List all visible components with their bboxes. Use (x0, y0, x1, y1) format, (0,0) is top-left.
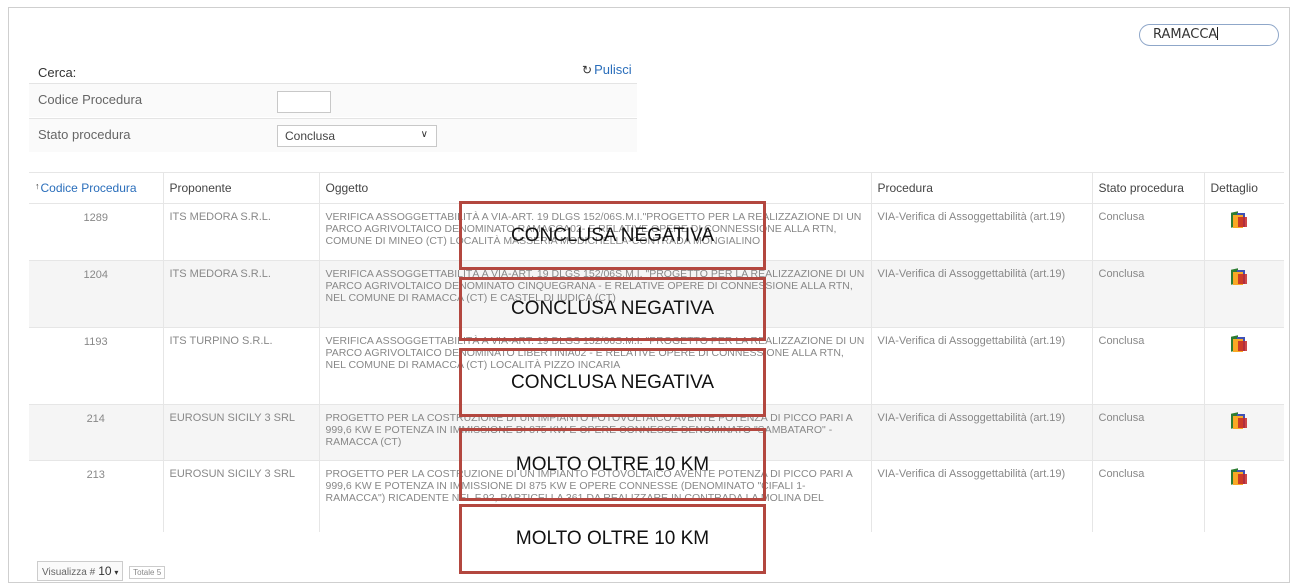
filter-row-stato: Stato procedura Conclusa ∨ (29, 118, 637, 152)
clear-filters-label: Pulisci (594, 62, 632, 77)
cell-proponente: ITS TURPINO S.R.L. (162, 327, 319, 405)
header-stato-procedura[interactable]: Stato procedura (1091, 172, 1204, 204)
table-header-row: ↑Codice Procedura Proponente Oggetto Pro… (29, 172, 1284, 204)
sort-up-icon: ↑ (35, 181, 40, 191)
header-oggetto[interactable]: Oggetto (318, 172, 871, 204)
filter-row-codice: Codice Procedura (29, 83, 637, 117)
filter-title: Cerca: (38, 65, 77, 80)
stato-filter-select[interactable]: Conclusa ∨ (277, 125, 437, 147)
annotation-box: MOLTO OLTRE 10 KM (459, 428, 766, 501)
cell-proponente: ITS MEDORA S.R.L. (162, 260, 319, 328)
annotation-box: CONCLUSA NEGATIVA (459, 277, 766, 341)
cell-stato: Conclusa (1091, 203, 1204, 261)
annotation-box: MOLTO OLTRE 10 KM (459, 504, 766, 574)
detail-book-icon[interactable] (1229, 412, 1249, 430)
detail-book-icon[interactable] (1229, 468, 1249, 486)
page-size-value: 10 (98, 564, 112, 578)
cell-proponente: EUROSUN SICILY 3 SRL (162, 404, 319, 461)
search-input-value: RAMACCA (1153, 27, 1218, 42)
chevron-down-icon: ∨ (420, 129, 428, 140)
cell-dettaglio (1203, 460, 1284, 532)
cell-dettaglio (1203, 404, 1284, 461)
detail-book-icon[interactable] (1229, 268, 1249, 286)
cell-dettaglio (1203, 203, 1284, 261)
cell-procedura: VIA-Verifica di Assoggettabilità (art.19… (870, 404, 1092, 461)
text-cursor (1217, 27, 1219, 40)
cell-stato: Conclusa (1091, 260, 1204, 328)
codice-filter-input[interactable] (277, 91, 331, 113)
stato-filter-value: Conclusa (285, 129, 336, 143)
stato-filter-label: Stato procedura (38, 127, 131, 142)
annotation-box: CONCLUSA NEGATIVA (459, 348, 766, 417)
cell-dettaglio (1203, 260, 1284, 328)
cell-procedura: VIA-Verifica di Assoggettabilità (art.19… (870, 260, 1092, 328)
page-size-select[interactable]: Visualizza #10 ▾ (37, 561, 124, 581)
total-count: Totale 5 (129, 566, 166, 579)
header-procedura[interactable]: Procedura (870, 172, 1092, 204)
cell-codice: 214 (29, 404, 163, 461)
cell-proponente: ITS MEDORA S.R.L. (162, 203, 319, 261)
pagination-bar: Visualizza #10 ▾ Totale 5 (37, 561, 166, 581)
cell-stato: Conclusa (1091, 404, 1204, 461)
cell-stato: Conclusa (1091, 460, 1204, 532)
header-codice-procedura[interactable]: ↑Codice Procedura (29, 172, 163, 204)
detail-book-icon[interactable] (1229, 335, 1249, 353)
cell-codice: 1289 (29, 203, 163, 261)
cell-codice: 1193 (29, 327, 163, 405)
cell-procedura: VIA-Verifica di Assoggettabilità (art.19… (870, 203, 1092, 261)
cell-proponente: EUROSUN SICILY 3 SRL (162, 460, 319, 532)
header-codice-label: Codice Procedura (40, 181, 137, 195)
cell-stato: Conclusa (1091, 327, 1204, 405)
clear-filters-link[interactable]: ↻ Pulisci (582, 62, 632, 77)
detail-book-icon[interactable] (1229, 211, 1249, 229)
cell-dettaglio (1203, 327, 1284, 405)
cell-codice: 213 (29, 460, 163, 532)
header-dettaglio: Dettaglio (1203, 172, 1284, 204)
search-input[interactable]: RAMACCA (1139, 24, 1279, 46)
refresh-icon: ↻ (582, 63, 593, 77)
cell-procedura: VIA-Verifica di Assoggettabilità (art.19… (870, 460, 1092, 532)
chevron-down-icon: ▾ (114, 568, 119, 577)
annotation-box: CONCLUSA NEGATIVA (459, 201, 766, 270)
cell-codice: 1204 (29, 260, 163, 328)
header-proponente[interactable]: Proponente (162, 172, 319, 204)
cell-procedura: VIA-Verifica di Assoggettabilità (art.19… (870, 327, 1092, 405)
page-size-label: Visualizza # (42, 567, 96, 578)
codice-filter-label: Codice Procedura (38, 92, 143, 107)
